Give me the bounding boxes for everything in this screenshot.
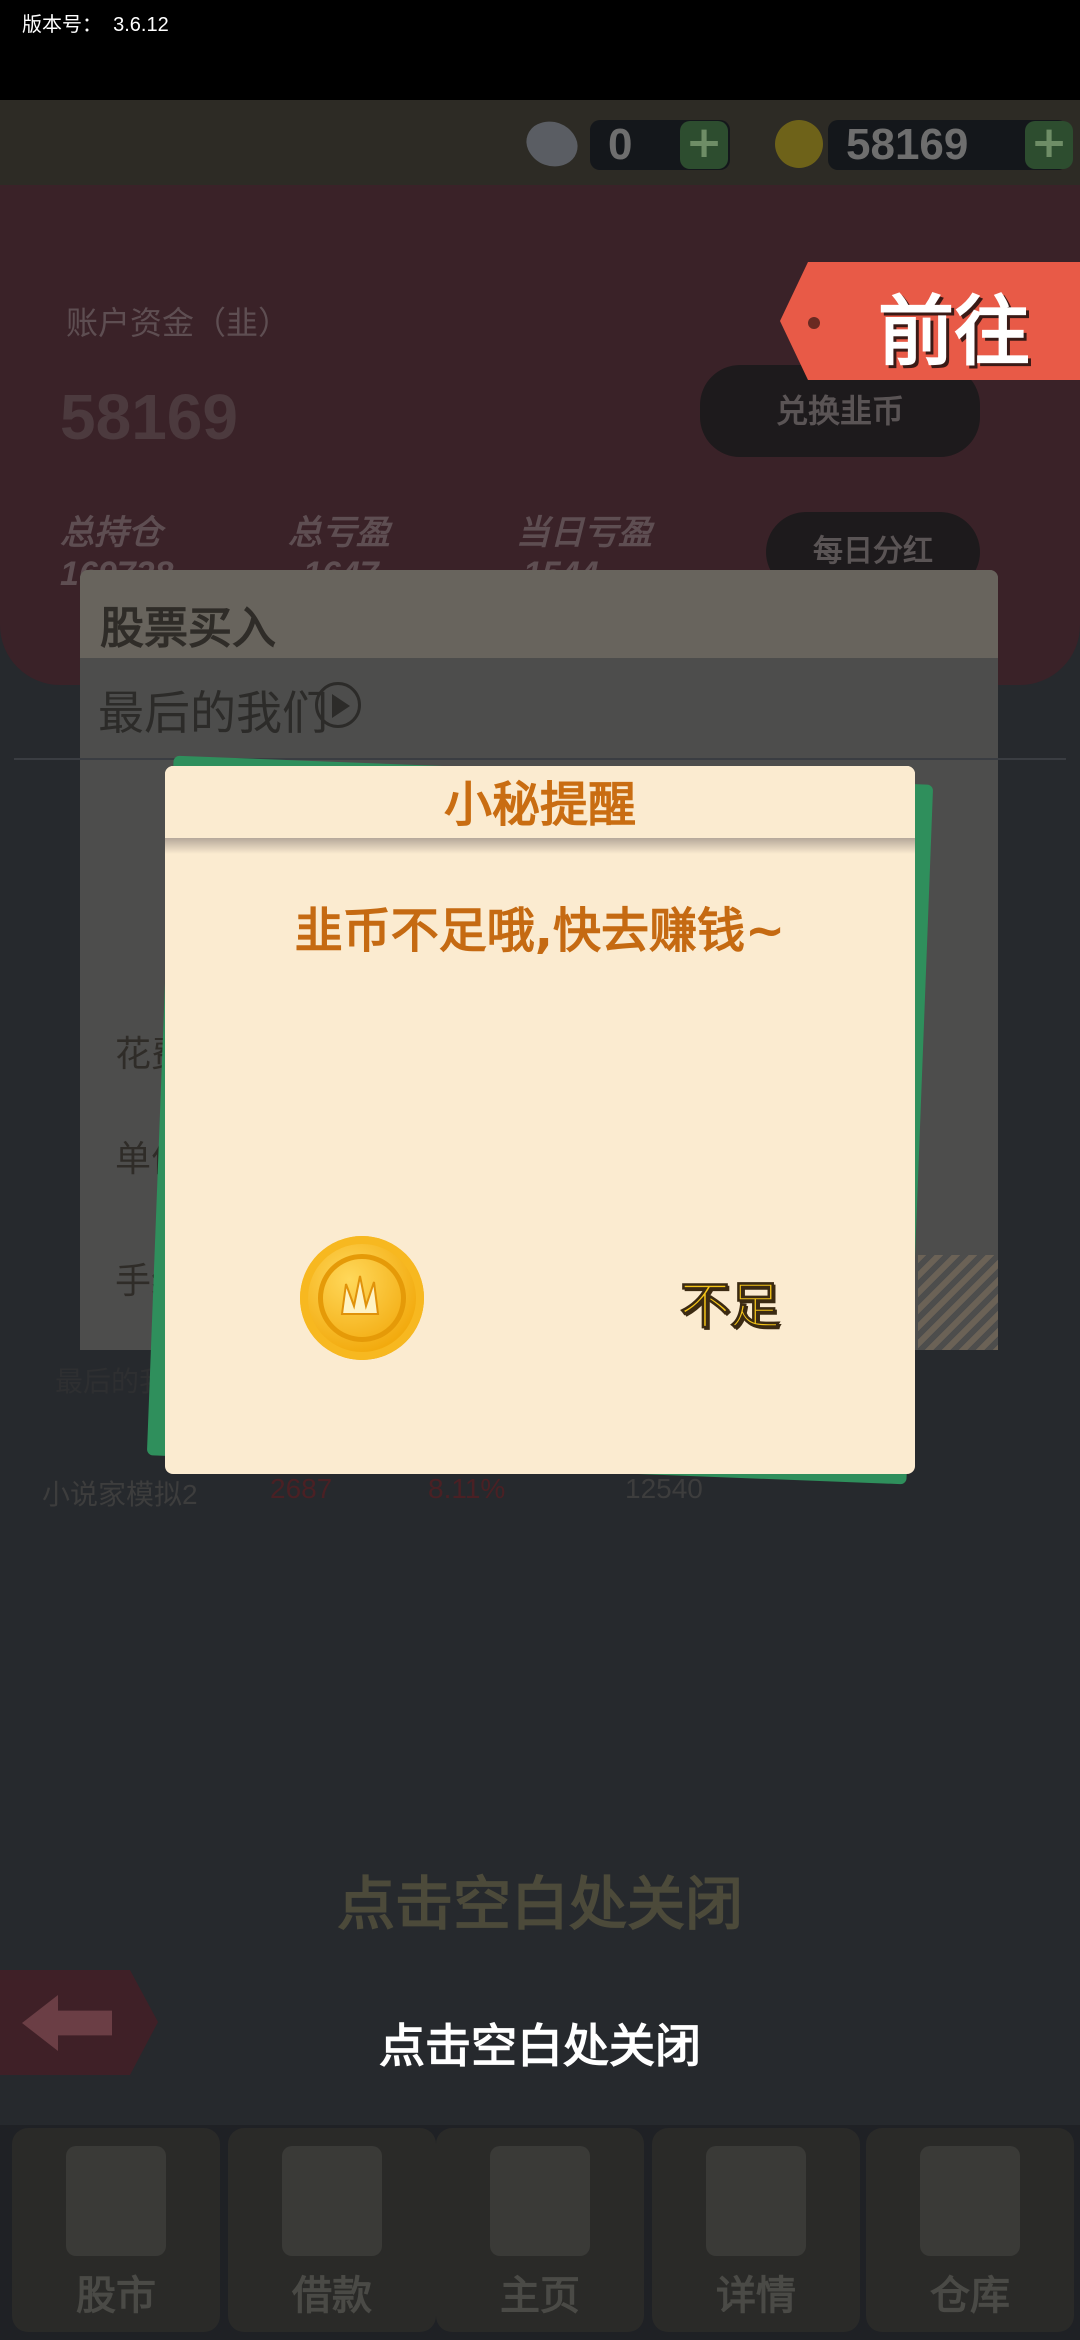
modal-title: 小秘提醒 [443,777,636,833]
goto-label: 前往 [878,287,1030,376]
total-position-label: 总持仓 [60,514,162,552]
modal-message: 韭币不足哦,快去赚钱~ [294,903,786,959]
modal-header-shadow [165,838,915,854]
version-text: 版本号： 3.6.12 [22,8,169,37]
coin-icon [300,1236,424,1360]
nav-label: 借款 [292,2273,372,2319]
nav-stock-market[interactable]: 股市 [12,2128,220,2332]
nav-home[interactable]: 主页 [436,2128,644,2332]
tag-hole-icon [808,317,820,329]
total-pl-label: 总亏盈 [288,514,390,552]
reminder-modal: 小秘提醒 韭币不足哦,快去赚钱~ 不足 [165,766,915,1474]
add-gem-button[interactable]: + [680,121,728,169]
funds-label: 账户资金（韭） [66,305,291,341]
coin-icon [775,120,823,168]
add-coin-button[interactable]: + [1025,121,1073,169]
book-corner [918,1255,998,1350]
version-number: 3.6.12 [113,14,169,36]
funds-value: 58169 [60,381,238,453]
gem-count: 0 [608,120,633,169]
divider [14,758,1066,760]
close-hint[interactable]: 点击空白处关闭 [0,2010,1080,2076]
insufficient-status: 不足 [680,1277,781,1336]
stock-buy-title: 股票买入 [100,604,276,653]
coin-count: 58169 [846,120,969,169]
nav-loan[interactable]: 借款 [228,2128,436,2332]
nav-warehouse[interactable]: 仓库 [866,2128,1074,2332]
warehouse-icon [920,2146,1020,2256]
piggy-bank-icon [282,2146,382,2256]
house-icon [490,2146,590,2256]
nav-label: 股市 [76,2273,156,2319]
nav-details[interactable]: 详情 [652,2128,860,2332]
badge-icon [706,2146,806,2256]
close-hint-dim: 点击空白处关闭 [336,1870,743,1938]
version-label: 版本号： [22,14,102,36]
chart-icon [66,2146,166,2256]
list-row-name: 小说家模拟2 [42,1479,198,1510]
nav-label: 主页 [500,2273,580,2319]
list-row-change: 8.11% [428,1473,506,1504]
list-row-price: 2687 [270,1473,333,1504]
nav-label: 仓库 [930,2273,1010,2319]
cost-row-label: 花费 [115,1033,165,1074]
list-row-volume: 12540 [625,1473,703,1504]
leek-icon [340,1275,380,1315]
daily-pl-label: 当日亏盈 [516,514,652,552]
nav-label: 详情 [716,2273,796,2319]
play-icon[interactable] [315,682,361,728]
